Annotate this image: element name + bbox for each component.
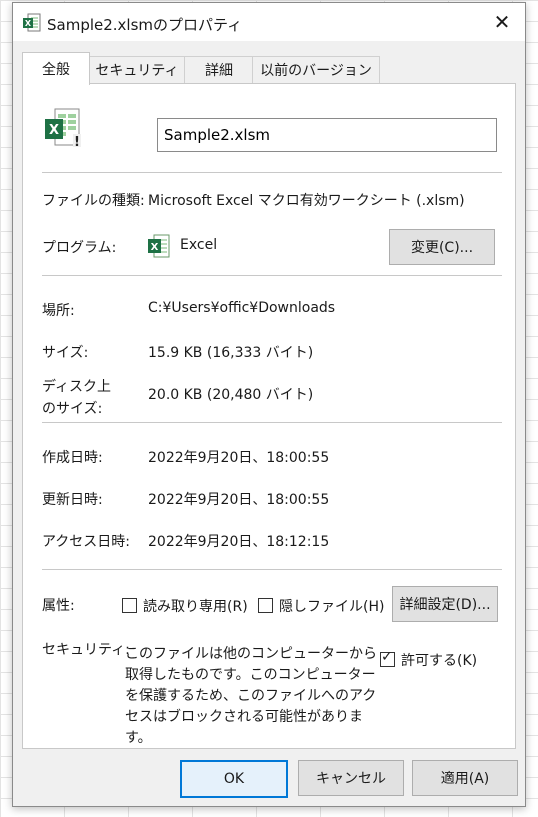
excel-icon: X	[148, 234, 170, 258]
security-label: セキュリティ:	[42, 642, 130, 658]
location-label: 場所:	[42, 303, 75, 319]
attributes-label: 属性:	[42, 598, 75, 614]
advanced-attributes-button[interactable]: 詳細設定(D)...	[392, 586, 498, 622]
accessed-value: 2022年9月20日、18:12:15	[148, 534, 330, 550]
window-title: Sample2.xlsmのプロパティ	[47, 16, 243, 34]
disk-size-label-line2: のサイズ:	[42, 401, 103, 417]
tab-general[interactable]: 全般	[22, 52, 90, 85]
excel-file-icon: X	[23, 13, 41, 32]
size-label: サイズ:	[42, 345, 89, 361]
title-bar: X Sample2.xlsmのプロパティ ✕	[13, 3, 525, 41]
disk-size-value: 20.0 KB (20,480 バイト)	[148, 387, 314, 403]
svg-text:X: X	[151, 242, 159, 253]
readonly-checkbox[interactable]: 読み取り専用(R)	[122, 596, 248, 616]
svg-text:X: X	[25, 19, 32, 28]
modified-label: 更新日時:	[42, 492, 103, 508]
separator	[42, 422, 502, 423]
tab-security[interactable]: セキュリティ	[88, 56, 186, 83]
disk-size-label-line1: ディスク上	[42, 379, 112, 395]
separator	[42, 569, 502, 570]
apply-button[interactable]: 適用(A)	[412, 760, 518, 796]
unblock-checkbox[interactable]: 許可する(K)	[380, 649, 478, 670]
file-type-label: ファイルの種類:	[42, 193, 145, 209]
tab-previous-versions[interactable]: 以前のバージョン	[252, 56, 380, 83]
cancel-button[interactable]: キャンセル	[298, 760, 404, 796]
hidden-checkbox-label: 隠しファイル(H)	[279, 599, 385, 615]
separator	[42, 172, 502, 173]
size-value: 15.9 KB (16,333 バイト)	[148, 345, 314, 361]
hidden-checkbox[interactable]: 隠しファイル(H)	[258, 596, 384, 616]
close-button[interactable]: ✕	[479, 3, 525, 41]
tab-details[interactable]: 詳細	[184, 56, 254, 83]
accessed-label: アクセス日時:	[42, 534, 131, 550]
readonly-checkbox-box[interactable]	[122, 598, 137, 613]
ok-button[interactable]: OK	[180, 760, 288, 798]
readonly-checkbox-label: 読み取り専用(R)	[143, 599, 248, 615]
created-value: 2022年9月20日、18:00:55	[148, 450, 330, 466]
modified-value: 2022年9月20日、18:00:55	[148, 492, 330, 508]
security-message: このファイルは他のコンピューターから取得したものです。このコンピューターを保護す…	[125, 646, 377, 746]
created-label: 作成日時:	[42, 450, 103, 466]
file-type-value: Microsoft Excel マクロ有効ワークシート (.xlsm)	[148, 193, 465, 209]
properties-dialog: X Sample2.xlsmのプロパティ ✕ 全般 セキュリティ 詳細 以前のバ…	[12, 2, 526, 807]
file-name-input[interactable]	[157, 118, 497, 152]
close-icon[interactable]: ✕	[494, 10, 511, 34]
excel-macro-file-icon: X !	[45, 108, 81, 150]
general-tab-panel: X ! ファイルの種類: Microsoft Excel マクロ有効ワークシート…	[22, 83, 516, 749]
change-program-button[interactable]: 変更(C)...	[389, 229, 495, 265]
unblock-checkbox-label: 許可する(K)	[401, 653, 478, 669]
hidden-checkbox-box[interactable]	[258, 598, 273, 613]
location-value: C:¥Users¥offic¥Downloads	[148, 300, 336, 316]
program-value: Excel	[180, 237, 218, 253]
svg-text:X: X	[49, 123, 59, 138]
unblock-checkbox-box[interactable]	[380, 649, 395, 667]
svg-text:!: !	[74, 135, 80, 150]
program-label: プログラム:	[42, 240, 117, 256]
separator	[42, 275, 502, 276]
